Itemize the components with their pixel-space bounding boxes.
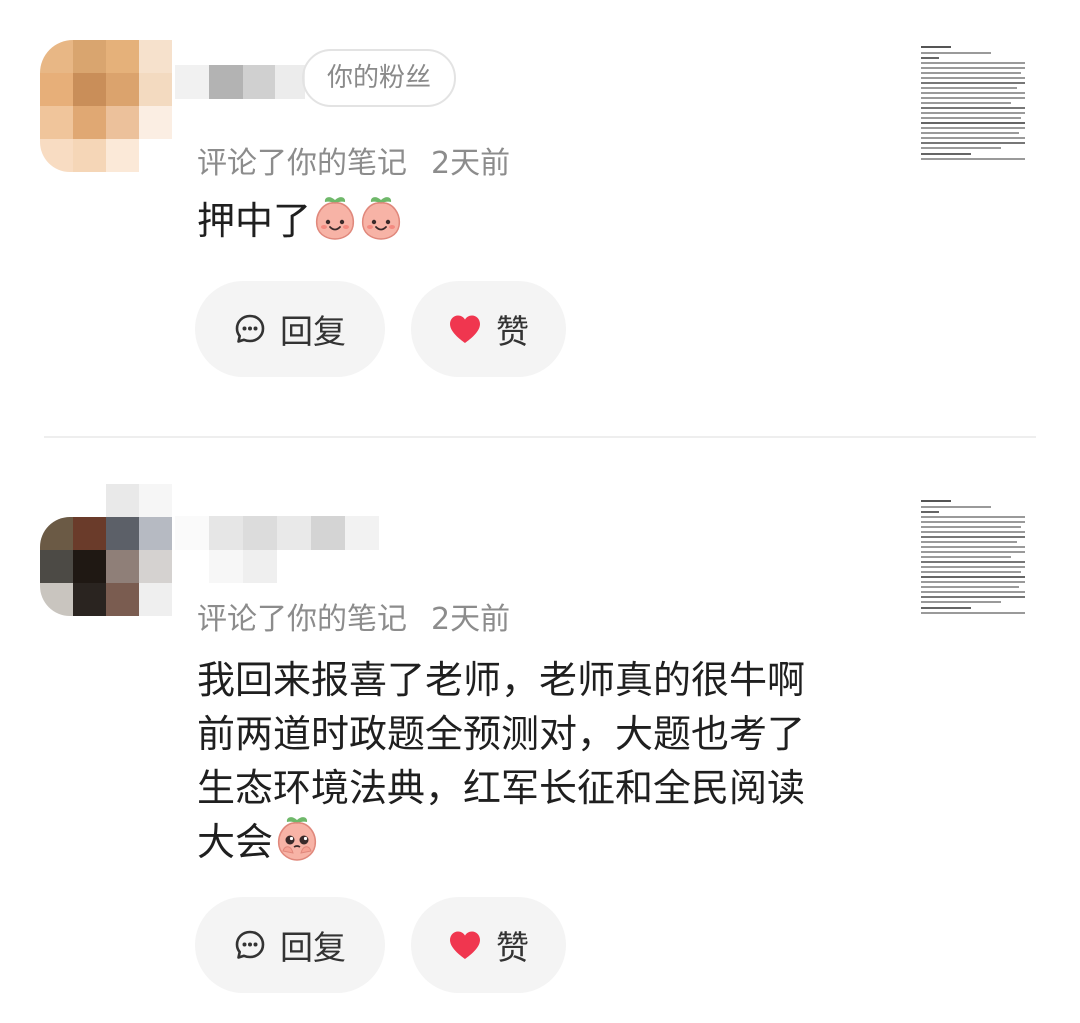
peach-smile-emoji — [361, 197, 401, 240]
username-blurred[interactable] — [175, 60, 305, 105]
like-label: 赞 — [496, 312, 529, 351]
notification-comment-2[interactable]: 评论了你的笔记 2天前 我回来报喜了老师，老师真的很牛啊 前两道时政题全预测对，大… — [0, 438, 1080, 1023]
username-blurred[interactable] — [175, 508, 415, 583]
peach-smile-emoji — [315, 197, 355, 240]
comment-text-line: 大会 — [197, 820, 274, 864]
note-thumbnail[interactable] — [919, 44, 1031, 164]
comment-text: 我回来报喜了老师，老师真的很牛啊 前两道时政题全预测对，大题也考了 生态环境法典… — [197, 653, 877, 869]
action-text: 评论了你的笔记 — [197, 146, 407, 181]
heart-icon — [448, 930, 482, 960]
like-button[interactable]: 赞 — [411, 281, 566, 377]
comment-meta: 评论了你的笔记 2天前 — [197, 594, 510, 638]
like-label: 赞 — [496, 928, 529, 967]
reply-label: 回复 — [280, 312, 346, 351]
comment-meta: 评论了你的笔记 2天前 — [197, 138, 510, 182]
notification-comment-1[interactable]: 你的粉丝 评论了你的笔记 2天前 押中了 回复 赞 — [0, 0, 1080, 436]
comment-text-line: 押中了 — [197, 199, 312, 243]
note-thumbnail[interactable] — [919, 498, 1031, 618]
timestamp: 2天前 — [431, 146, 511, 181]
comment-bubble-icon — [234, 313, 266, 345]
reply-button[interactable]: 回复 — [195, 281, 385, 377]
avatar[interactable] — [40, 40, 175, 175]
peach-pleading-emoji — [277, 817, 317, 861]
comment-text-line: 前两道时政题全预测对，大题也考了 — [197, 712, 806, 756]
reply-button[interactable]: 回复 — [195, 897, 385, 993]
reply-label: 回复 — [280, 928, 346, 967]
comment-text-line: 生态环境法典，红军长征和全民阅读 — [197, 766, 806, 810]
comment-text-line: 我回来报喜了老师，老师真的很牛啊 — [197, 658, 806, 702]
comment-bubble-icon — [234, 929, 266, 961]
action-text: 评论了你的笔记 — [197, 602, 407, 637]
timestamp: 2天前 — [431, 602, 511, 637]
avatar[interactable] — [40, 484, 175, 624]
comment-text: 押中了 — [197, 194, 877, 248]
heart-icon — [448, 314, 482, 344]
fan-badge: 你的粉丝 — [302, 49, 456, 107]
like-button[interactable]: 赞 — [411, 897, 566, 993]
